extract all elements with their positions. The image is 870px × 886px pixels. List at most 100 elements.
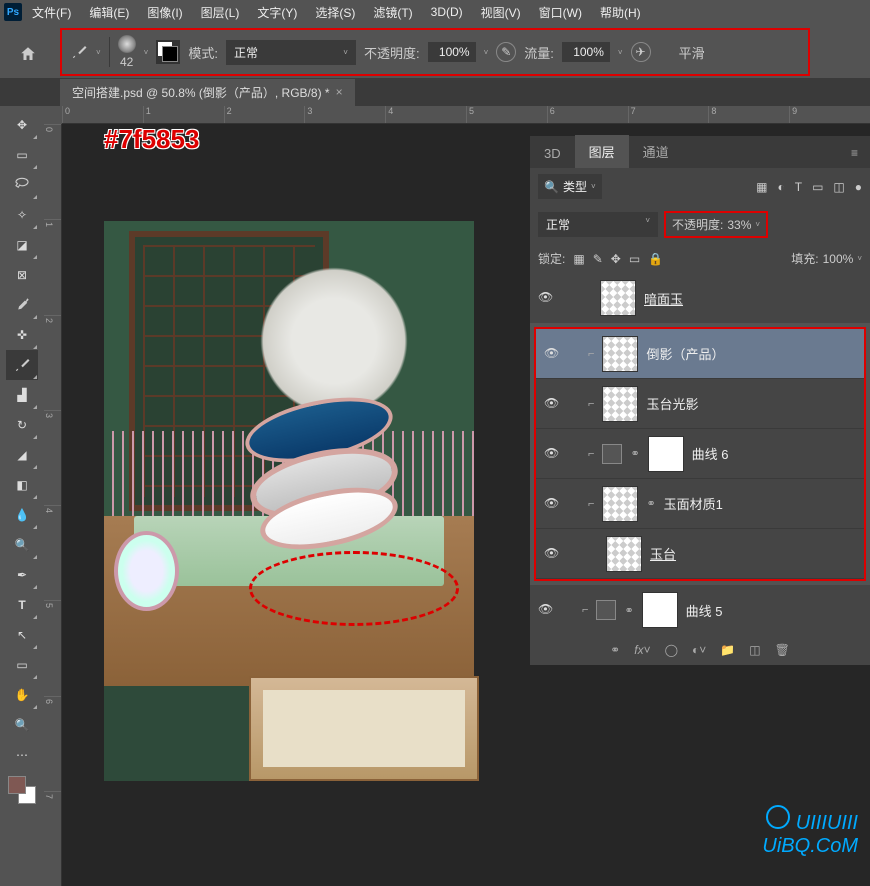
vertical-ruler[interactable]: 01234567: [44, 124, 62, 886]
layer-row[interactable]: 👁 ⌐ 倒影（产品）: [536, 329, 864, 379]
type-tool[interactable]: T: [6, 590, 38, 620]
link-icon[interactable]: ⚭: [624, 604, 633, 617]
ruler-origin[interactable]: [44, 106, 62, 124]
fill-dropdown[interactable]: ˅: [857, 254, 862, 263]
lock-artboard-icon[interactable]: ▭: [629, 252, 640, 266]
adjustment-icon[interactable]: [596, 600, 616, 620]
mask-icon[interactable]: ◯: [665, 643, 678, 657]
pen-tool[interactable]: ✒: [6, 560, 38, 590]
horizontal-ruler[interactable]: 0123456789: [62, 106, 870, 124]
brush-picker-dropdown[interactable]: ˅: [144, 48, 149, 57]
color-swatch[interactable]: [8, 776, 36, 804]
link-icon[interactable]: ⚭: [646, 497, 655, 510]
group-icon[interactable]: 📁: [720, 643, 735, 657]
home-button[interactable]: [12, 38, 44, 70]
visibility-icon[interactable]: 👁: [544, 496, 560, 512]
artboard[interactable]: [104, 221, 474, 781]
filter-toggle-icon[interactable]: ●: [855, 180, 862, 194]
mask-thumbnail[interactable]: [642, 592, 678, 628]
heal-tool[interactable]: ✜: [6, 320, 38, 350]
flow-dropdown[interactable]: ˅: [618, 48, 623, 57]
layer-opacity-value[interactable]: 33%: [727, 218, 751, 232]
link-layers-icon[interactable]: ⚭: [610, 643, 620, 657]
layer-name[interactable]: 玉面材质1: [664, 494, 723, 513]
lock-image-icon[interactable]: ✎: [593, 252, 603, 266]
layer-thumbnail[interactable]: [600, 280, 636, 316]
layer-row[interactable]: 👁 暗面玉: [530, 273, 870, 323]
move-tool[interactable]: ✥: [6, 110, 38, 140]
layer-thumbnail[interactable]: [602, 386, 638, 422]
tab-3d[interactable]: 3D: [530, 139, 575, 168]
filter-shape-icon[interactable]: ▭: [812, 180, 823, 194]
menu-3d[interactable]: 3D(D): [423, 2, 471, 22]
blur-tool[interactable]: 💧: [6, 500, 38, 530]
flow-input[interactable]: [562, 42, 610, 62]
layer-name[interactable]: 曲线 5: [686, 601, 723, 620]
menu-text[interactable]: 文字(Y): [249, 1, 305, 24]
pressure-opacity-icon[interactable]: ✎: [496, 42, 516, 62]
path-select-tool[interactable]: ↖: [6, 620, 38, 650]
layer-blend-select[interactable]: 正常˅: [538, 212, 658, 237]
hand-tool[interactable]: ✋: [6, 680, 38, 710]
panel-menu-icon[interactable]: ≡: [839, 138, 870, 168]
adjustment-icon[interactable]: [602, 444, 622, 464]
brush-preview[interactable]: 42: [118, 35, 136, 69]
visibility-icon[interactable]: 👁: [538, 602, 554, 618]
layer-row[interactable]: 👁 ⌐ ⚭ 玉面材质1: [536, 479, 864, 529]
delete-layer-icon[interactable]: 🗑: [775, 643, 790, 657]
layer-name[interactable]: 曲线 6: [692, 444, 729, 463]
dodge-tool[interactable]: 🔍: [6, 530, 38, 560]
menu-file[interactable]: 文件(F): [24, 1, 79, 24]
fg-color[interactable]: [8, 776, 26, 794]
new-layer-icon[interactable]: ◫: [749, 643, 760, 657]
menu-layer[interactable]: 图层(L): [193, 1, 248, 24]
brush-panel-icon[interactable]: [156, 40, 180, 64]
crop-tool[interactable]: ◪: [6, 230, 38, 260]
lock-transparent-icon[interactable]: ▦: [573, 252, 584, 266]
brush-tool-icon[interactable]: [70, 43, 88, 61]
adjustment-layer-icon[interactable]: ◐˅: [692, 643, 706, 657]
frame-tool[interactable]: ⊠: [6, 260, 38, 290]
document-tab[interactable]: 空间搭建.psd @ 50.8% (倒影（产品）, RGB/8) * ×: [60, 79, 355, 106]
menu-window[interactable]: 窗口(W): [531, 1, 590, 24]
menu-image[interactable]: 图像(I): [139, 1, 190, 24]
menu-view[interactable]: 视图(V): [473, 1, 529, 24]
stamp-tool[interactable]: ▟: [6, 380, 38, 410]
brush-tool[interactable]: [6, 350, 38, 380]
rect-tool[interactable]: ▭: [6, 650, 38, 680]
eyedropper-tool[interactable]: [6, 290, 38, 320]
wand-tool[interactable]: ✧: [6, 200, 38, 230]
visibility-icon[interactable]: 👁: [538, 290, 554, 306]
layer-row[interactable]: 👁 ⌐ ⚭ 曲线 6: [536, 429, 864, 479]
layer-opacity-dropdown[interactable]: ˅: [755, 220, 760, 229]
lock-all-icon[interactable]: 🔒: [648, 252, 663, 266]
visibility-icon[interactable]: 👁: [544, 346, 560, 362]
filter-adjust-icon[interactable]: ◐: [777, 180, 784, 194]
visibility-icon[interactable]: 👁: [544, 546, 560, 562]
tool-preset-dropdown[interactable]: ˅: [96, 48, 101, 57]
menu-edit[interactable]: 编辑(E): [81, 1, 137, 24]
layer-thumbnail[interactable]: [606, 536, 642, 572]
layer-name[interactable]: 玉台光影: [646, 394, 698, 413]
menu-filter[interactable]: 滤镜(T): [365, 1, 420, 24]
fill-value[interactable]: 100%: [823, 252, 854, 266]
menu-select[interactable]: 选择(S): [307, 1, 363, 24]
gradient-tool[interactable]: ◧: [6, 470, 38, 500]
layer-row[interactable]: 👁 玉台: [536, 529, 864, 579]
lasso-tool[interactable]: [6, 170, 38, 200]
eraser-tool[interactable]: ◢: [6, 440, 38, 470]
close-icon[interactable]: ×: [336, 85, 343, 99]
fx-icon[interactable]: fx˅: [634, 643, 650, 657]
mask-thumbnail[interactable]: [648, 436, 684, 472]
menu-help[interactable]: 帮助(H): [592, 1, 649, 24]
layer-name[interactable]: 玉台: [650, 544, 676, 563]
filter-pixel-icon[interactable]: ▦: [756, 180, 767, 194]
layer-name[interactable]: 倒影（产品）: [646, 344, 724, 363]
tab-channels[interactable]: 通道: [629, 135, 683, 168]
blend-mode-select[interactable]: 正常˅: [226, 40, 356, 65]
history-brush-tool[interactable]: ↻: [6, 410, 38, 440]
airbrush-icon[interactable]: ✈: [631, 42, 651, 62]
layer-row[interactable]: 👁 ⌐ 玉台光影: [536, 379, 864, 429]
link-icon[interactable]: ⚭: [630, 447, 639, 460]
layer-name[interactable]: 暗面玉: [644, 289, 683, 308]
